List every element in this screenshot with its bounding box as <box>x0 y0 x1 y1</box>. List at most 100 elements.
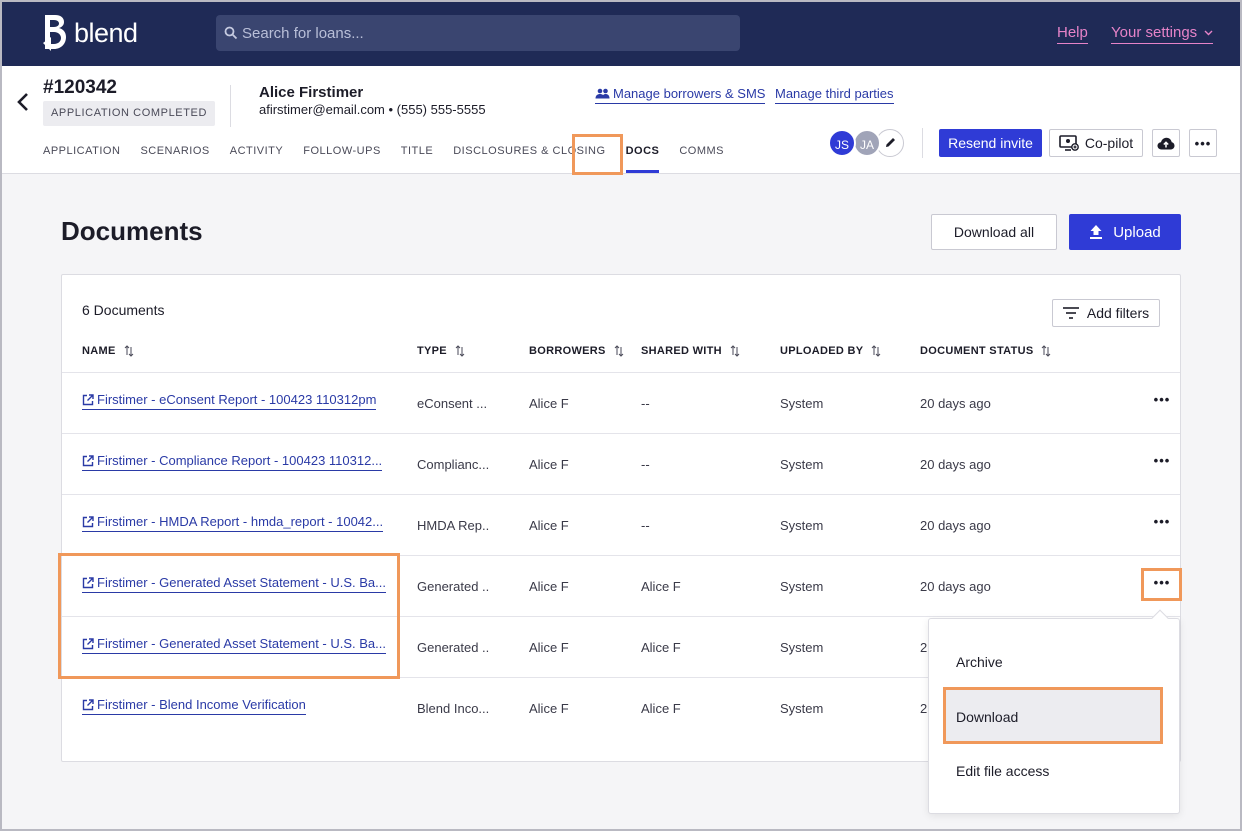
document-shared-with: -- <box>641 457 650 472</box>
actions-divider <box>922 128 923 158</box>
document-shared-with: Alice F <box>641 640 681 655</box>
external-link-icon <box>82 393 94 405</box>
chevron-down-icon <box>1204 30 1213 35</box>
copilot-icon <box>1059 134 1079 151</box>
row-more-button[interactable]: ••• <box>1148 515 1176 535</box>
column-header-borrowers[interactable]: BORROWERS <box>529 345 624 357</box>
tab-title[interactable]: TITLE <box>401 145 433 157</box>
add-filters-label: Add filters <box>1086 305 1150 321</box>
document-type: Blend Inco... <box>417 701 489 716</box>
document-name: Firstimer - Generated Asset Statement - … <box>97 636 386 651</box>
manage-third-parties-link[interactable]: Manage third parties <box>775 86 894 104</box>
loan-number: #120342 <box>43 77 117 98</box>
row-more-button[interactable]: ••• <box>1148 393 1176 413</box>
menu-item-edit-file-access[interactable]: Edit file access <box>929 744 1179 798</box>
tab-follow-ups[interactable]: FOLLOW-UPS <box>303 145 381 157</box>
resend-invite-button[interactable]: Resend invite <box>939 129 1042 157</box>
row-more-button[interactable]: ••• <box>1148 454 1176 474</box>
avatar-ja[interactable]: JA <box>853 129 881 157</box>
pencil-icon <box>885 138 895 147</box>
upload-button[interactable]: Upload <box>1069 214 1181 250</box>
loan-search-box[interactable] <box>216 15 740 51</box>
document-uploaded-by: System <box>780 396 824 411</box>
top-navigation-bar: blend Help Your settings <box>0 0 1242 66</box>
column-header-document-status[interactable]: DOCUMENT STATUS <box>920 345 1051 357</box>
back-arrow-icon[interactable] <box>16 92 30 112</box>
upload-label: Upload <box>1113 223 1161 241</box>
document-name: Firstimer - Blend Income Verification <box>97 697 306 712</box>
document-name: Firstimer - Generated Asset Statement - … <box>97 575 386 590</box>
blend-logo-icon <box>43 15 66 51</box>
document-borrowers: Alice F <box>529 457 569 472</box>
tab-scenarios[interactable]: SCENARIOS <box>140 145 209 157</box>
column-header-uploaded-by[interactable]: UPLOADED BY <box>780 345 881 357</box>
settings-label: Your settings <box>1111 24 1198 41</box>
document-status: 20 days ago <box>920 396 991 411</box>
document-link[interactable]: Firstimer - eConsent Report - 100423 110… <box>82 392 377 410</box>
manage-borrowers-link[interactable]: Manage borrowers & SMS <box>595 86 766 104</box>
sort-icon <box>1042 345 1051 357</box>
column-header-name[interactable]: NAME <box>82 345 134 357</box>
more-actions-button[interactable]: ••• <box>1189 129 1217 157</box>
document-shared-with: -- <box>641 518 650 533</box>
external-link-icon <box>82 637 94 649</box>
column-header-label: NAME <box>82 345 116 357</box>
document-link[interactable]: Firstimer - Blend Income Verification <box>82 697 306 715</box>
document-name: Firstimer - eConsent Report - 100423 110… <box>97 392 377 407</box>
tab-comms[interactable]: COMMS <box>679 145 724 157</box>
document-type: Generated ... <box>417 579 489 594</box>
borrower-name: Alice Firstimer <box>259 84 364 101</box>
copilot-button[interactable]: Co-pilot <box>1049 129 1143 157</box>
tab-application[interactable]: APPLICATION <box>43 145 120 157</box>
add-filters-button[interactable]: Add filters <box>1052 299 1160 327</box>
column-header-shared-with[interactable]: SHARED WITH <box>641 345 740 357</box>
column-header-type[interactable]: TYPE <box>417 345 465 357</box>
cloud-upload-button[interactable] <box>1152 129 1180 157</box>
column-header-label: BORROWERS <box>529 345 606 357</box>
copilot-label: Co-pilot <box>1084 135 1134 151</box>
menu-item-archive[interactable]: Archive <box>929 635 1179 689</box>
document-type: eConsent ... <box>417 396 488 411</box>
settings-menu[interactable]: Your settings <box>1111 24 1214 44</box>
document-link[interactable]: Firstimer - Compliance Report - 100423 1… <box>82 453 383 471</box>
document-count: 6 Documents <box>82 302 165 318</box>
document-link[interactable]: Firstimer - Generated Asset Statement - … <box>82 636 386 654</box>
document-uploaded-by: System <box>780 640 824 655</box>
avatar-js[interactable]: JS <box>828 129 856 157</box>
document-link[interactable]: Firstimer - HMDA Report - hmda_report - … <box>82 514 384 532</box>
row-actions-menu: Archive Download Edit file access <box>928 609 1180 814</box>
document-status: 20 days ago <box>920 518 991 533</box>
menu-item-download[interactable]: Download <box>945 690 1161 744</box>
external-link-icon <box>82 515 94 527</box>
document-uploaded-by: System <box>780 579 824 594</box>
table-row: Firstimer - Compliance Report - 100423 1… <box>62 433 1180 494</box>
download-all-button[interactable]: Download all <box>931 214 1057 250</box>
column-header-label: DOCUMENT STATUS <box>920 345 1034 357</box>
help-link[interactable]: Help <box>1057 24 1088 44</box>
sort-icon <box>872 345 881 357</box>
tab-docs[interactable]: DOCS <box>625 145 660 173</box>
search-input[interactable] <box>242 24 722 42</box>
logo-text: blend <box>74 17 138 48</box>
column-header-label: TYPE <box>417 345 447 357</box>
manage-borrowers-label: Manage borrowers & SMS <box>613 86 766 101</box>
external-link-icon <box>82 576 94 588</box>
document-type: Complianc... <box>417 457 489 472</box>
document-status: 20 days ago <box>920 457 991 472</box>
document-name: Firstimer - HMDA Report - hmda_report - … <box>97 514 384 529</box>
tab-disclosures-closing[interactable]: DISCLOSURES & CLOSING <box>453 145 605 157</box>
loan-header: #120342 APPLICATION COMPLETED Alice Firs… <box>0 66 1242 174</box>
document-shared-with: Alice F <box>641 701 681 716</box>
table-row: Firstimer - Generated Asset Statement - … <box>62 555 1180 616</box>
blend-logo[interactable]: blend <box>42 13 138 53</box>
loan-tabs: APPLICATION SCENARIOS ACTIVITY FOLLOW-UP… <box>43 145 744 173</box>
sort-icon <box>455 345 465 357</box>
document-uploaded-by: System <box>780 518 824 533</box>
table-row: Firstimer - eConsent Report - 100423 110… <box>62 372 1180 433</box>
document-borrowers: Alice F <box>529 518 569 533</box>
row-more-button[interactable]: ••• <box>1148 576 1176 596</box>
page-title: Documents <box>61 216 203 246</box>
tab-activity[interactable]: ACTIVITY <box>230 145 284 157</box>
document-link[interactable]: Firstimer - Generated Asset Statement - … <box>82 575 386 593</box>
external-link-icon <box>82 698 94 710</box>
